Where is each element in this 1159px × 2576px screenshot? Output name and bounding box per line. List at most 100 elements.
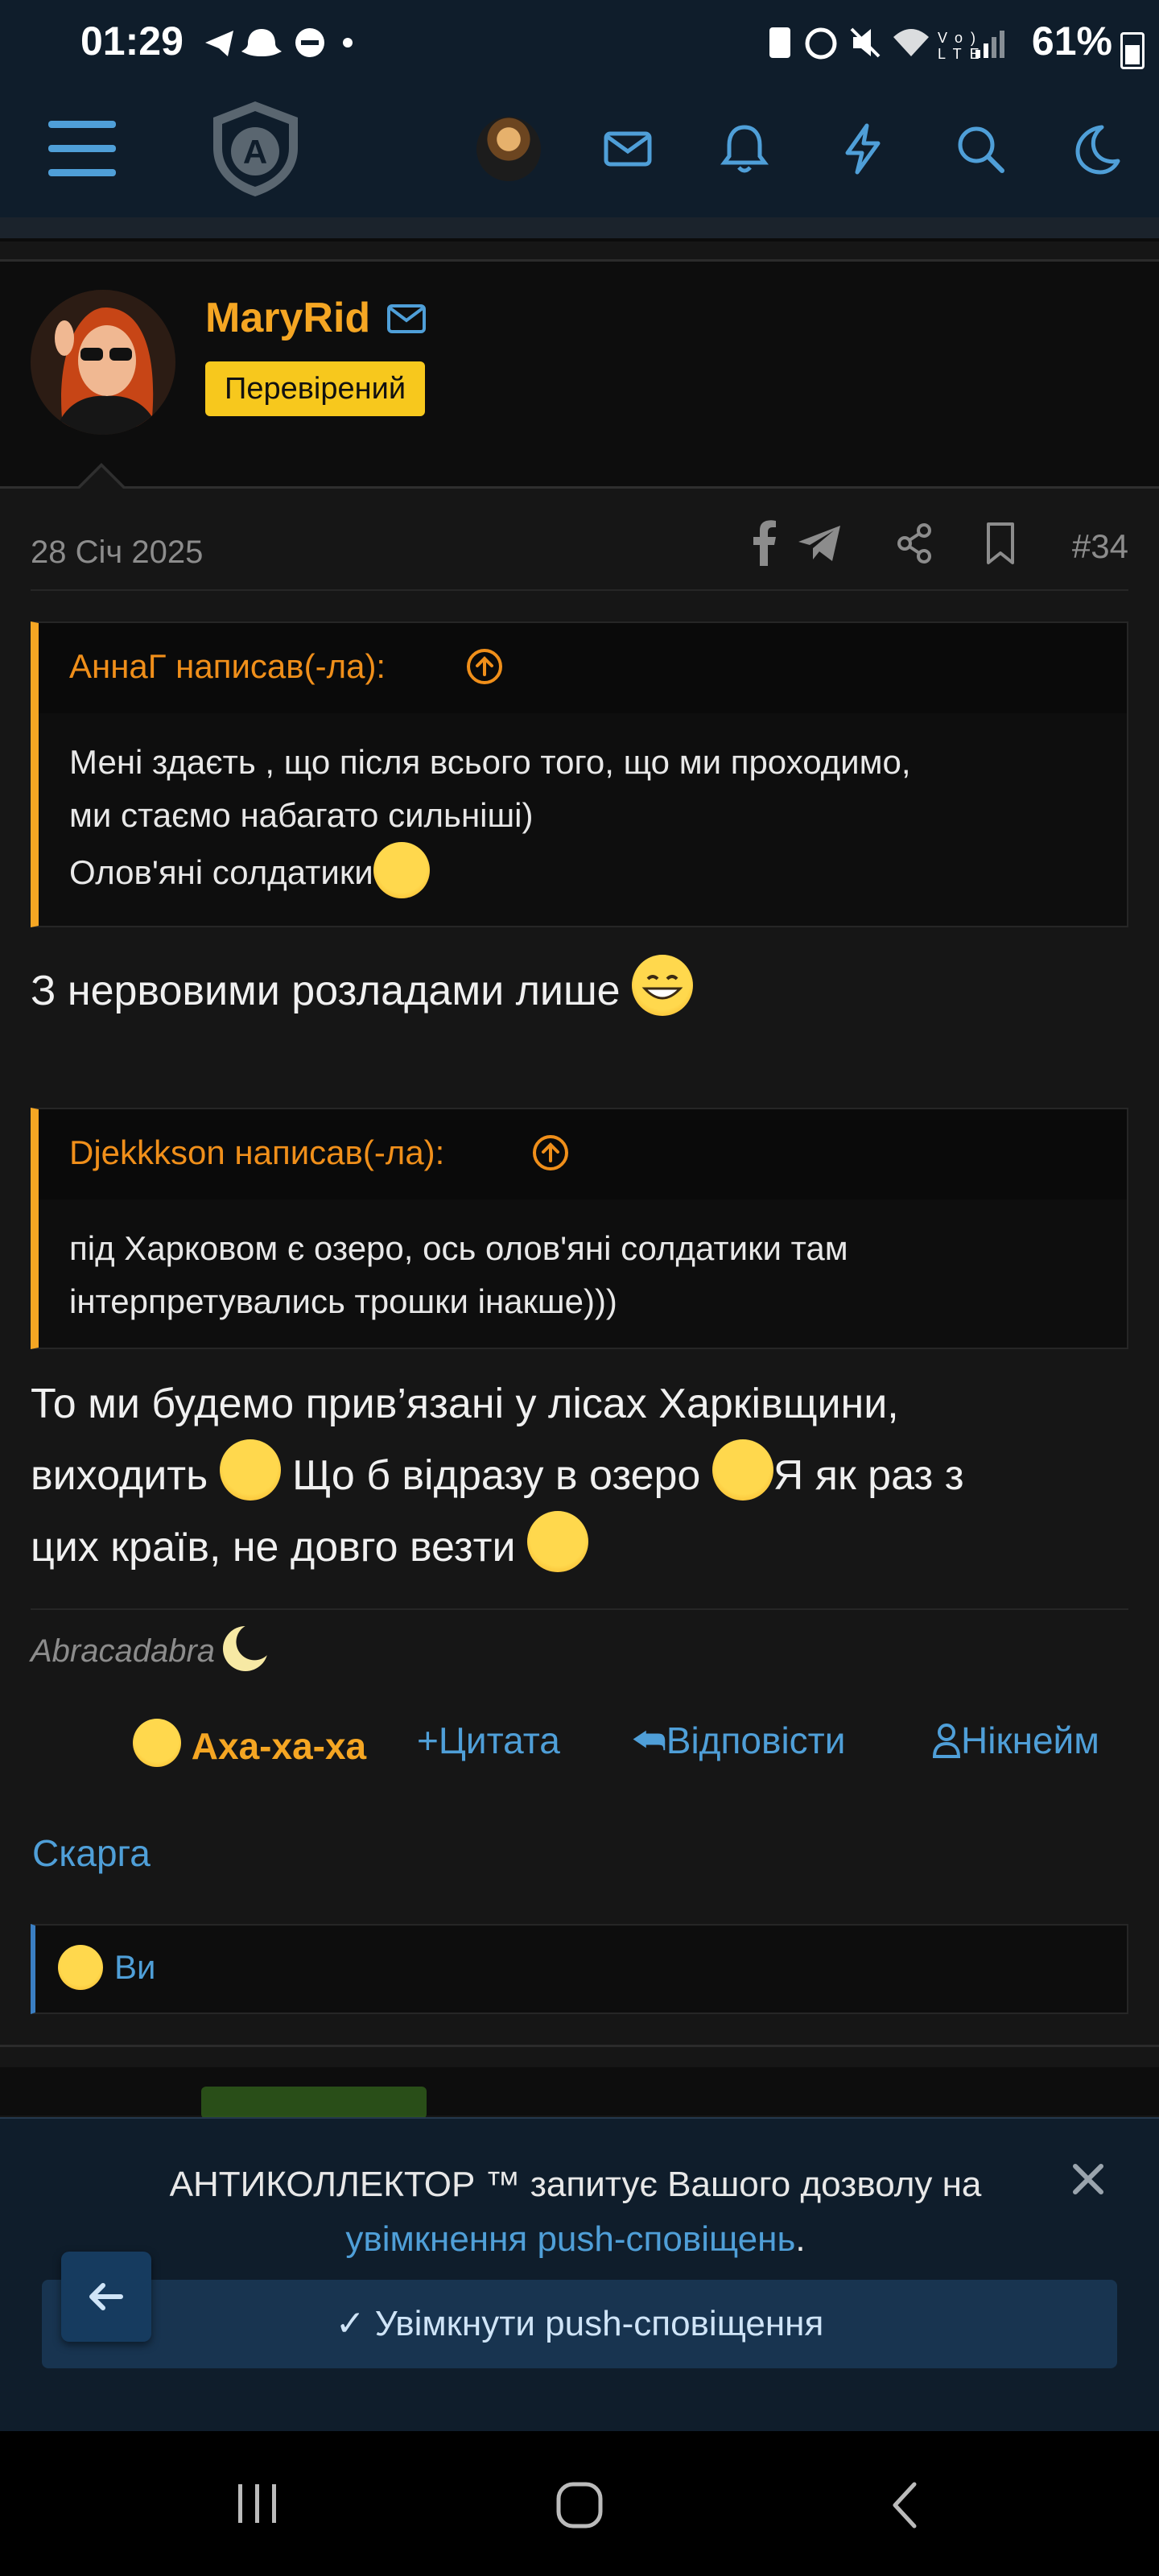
quote-line: інтерпретувались трошки інакше))) (69, 1282, 617, 1320)
sim-icon (769, 27, 790, 58)
message-text: Я як раз з (773, 1452, 964, 1499)
signature-divider (31, 1608, 1128, 1610)
rofl-emoji (133, 1719, 181, 1767)
message-paragraph: То ми будемо прив’язані у лісах Харківщи… (31, 1368, 1133, 1583)
message-line: То ми будемо прив’язані у лісах Харківщи… (31, 1381, 899, 1427)
quote-author[interactable]: АннаГ написав(-ла): (69, 647, 386, 686)
wifi-icon (893, 29, 929, 56)
nickname-button[interactable]: Нікнейм (932, 1719, 1099, 1762)
reaction-label: Аха-ха-ха (191, 1725, 367, 1767)
quote-header[interactable]: Djekkkson написав(-ла): (39, 1109, 1127, 1199)
message-text: виходить (31, 1452, 208, 1499)
moon-icon[interactable] (1066, 121, 1123, 177)
user-signature: Abracadabra (31, 1626, 269, 1671)
quote-line-text: Олов'яні солдатики (69, 853, 373, 891)
reply-button[interactable]: ⮪Відповісти (632, 1719, 845, 1764)
user-badge: Перевірений (205, 361, 426, 416)
quote-author[interactable]: Djekkkson написав(-ла): (69, 1133, 444, 1172)
message-text: Що б відразу в озеро (292, 1452, 701, 1499)
quote-button[interactable]: +Цитата (417, 1719, 560, 1762)
report-link[interactable]: Скарга (32, 1831, 151, 1875)
push-enable-link[interactable]: увімкнення push-сповіщень (345, 2219, 795, 2259)
home-icon[interactable] (554, 2479, 605, 2531)
next-post-header (0, 2067, 1159, 2116)
reply-arrow-icon: ⮪ (632, 1719, 666, 1761)
volte-icon: Vo) (938, 30, 984, 46)
quote-text: під Харковом є озеро, ось олов'яні солда… (69, 1222, 1103, 1328)
header-line (0, 238, 1159, 242)
message-line: цих країв, не довго везти (31, 1511, 1133, 1583)
signature-text: Abracadabra (31, 1633, 216, 1669)
post-divider (0, 2045, 1159, 2047)
message-text: З нервовими розладами лише (31, 968, 621, 1014)
telegram-share-icon[interactable] (795, 519, 852, 568)
back-button[interactable] (61, 2252, 151, 2342)
alarm-icon (805, 27, 837, 60)
recent-apps-icon[interactable] (233, 2479, 282, 2528)
user-avatar[interactable] (476, 117, 541, 181)
status-time: 01:29 (80, 19, 184, 64)
bolt-icon[interactable] (835, 121, 891, 177)
hugging-face-emoji (373, 842, 430, 898)
post-username[interactable]: MaryRid (205, 294, 370, 342)
search-icon[interactable] (952, 121, 1008, 177)
message-line: виходить Що б відразу в озеро Я як раз з (31, 1439, 1133, 1511)
check-icon: ✓ (335, 2304, 365, 2343)
meta-divider (31, 589, 1128, 591)
push-prompt-tail: . (795, 2219, 806, 2259)
header-notch-inner (80, 467, 123, 489)
telegram-icon (205, 31, 233, 56)
header-divider (0, 217, 1159, 238)
quote-header[interactable]: АннаГ написав(-ла): (39, 623, 1127, 713)
post-date[interactable]: 28 Січ 2025 (31, 535, 203, 571)
signal-icon (975, 50, 980, 58)
arrow-up-circle-icon[interactable] (465, 647, 504, 686)
back-nav-icon[interactable] (885, 2479, 926, 2531)
reply-button-label: Відповісти (666, 1719, 846, 1761)
reaction-button[interactable]: Аха-ха-ха (133, 1719, 366, 1768)
bell-icon[interactable] (716, 121, 773, 177)
mail-icon[interactable] (386, 303, 427, 334)
quote-line: Мені здаєть , що після всього того, що м… (69, 743, 911, 781)
quote-line: під Харковом є озеро, ось олов'яні солда… (69, 1229, 848, 1267)
grinning-face-emoji (632, 955, 694, 1016)
message-paragraph: З нервовими розладами лише (31, 955, 1133, 1026)
enable-push-button[interactable]: ✓ Увімкнути push-сповіщення (42, 2280, 1117, 2368)
message-text: цих країв, не довго везти (31, 1524, 516, 1571)
logo-letter: A (243, 133, 267, 171)
share-icon[interactable] (895, 519, 935, 568)
rofl-emoji (526, 1511, 588, 1572)
status-left-icons (201, 23, 362, 72)
quote-block: АннаГ написав(-ла): Мені здаєть , що піс… (31, 621, 1128, 927)
mail-icon[interactable] (600, 121, 656, 177)
nickname-button-label: Нікнейм (961, 1719, 1099, 1761)
reactions-summary-text[interactable]: Ви (114, 1948, 155, 1987)
quote-line: Олов'яні солдатики (69, 842, 1103, 899)
arrow-left-icon (89, 2283, 123, 2310)
system-nav-bar (0, 2431, 1159, 2576)
status-right-icons: Vo) LTE (765, 23, 1038, 71)
post-author-avatar[interactable] (31, 290, 175, 435)
arrow-up-circle-icon[interactable] (531, 1133, 570, 1172)
plus-icon: + (417, 1719, 439, 1761)
menu-icon[interactable] (48, 121, 116, 177)
push-prompt-line: АНТИКОЛЛЕКТОР ™ запитує Вашого дозволу н… (169, 2165, 982, 2204)
quote-text: Мені здаєть , що після всього того, що м… (69, 736, 1103, 899)
quote-block: Djekkkson написав(-ла): під Харковом є о… (31, 1108, 1128, 1349)
reactions-summary[interactable]: Ви (31, 1924, 1128, 2014)
site-logo[interactable]: A (205, 98, 306, 199)
rofl-emoji (58, 1945, 103, 1990)
battery-icon (1120, 32, 1145, 69)
close-icon[interactable] (1070, 2161, 1106, 2197)
enable-push-label: Увімкнути push-сповіщення (374, 2304, 824, 2343)
rofl-emoji (219, 1439, 281, 1501)
snapchat-icon (241, 29, 282, 56)
next-post-username (201, 2087, 427, 2119)
rofl-emoji (711, 1439, 773, 1501)
user-icon (932, 1724, 961, 1758)
post-number[interactable]: #34 (1072, 527, 1128, 566)
quote-line: ми стаємо набагато сильніші) (69, 796, 534, 834)
crescent-moon-emoji (223, 1626, 269, 1671)
post-head-divider (0, 486, 1159, 489)
bookmark-icon[interactable] (980, 519, 1021, 568)
